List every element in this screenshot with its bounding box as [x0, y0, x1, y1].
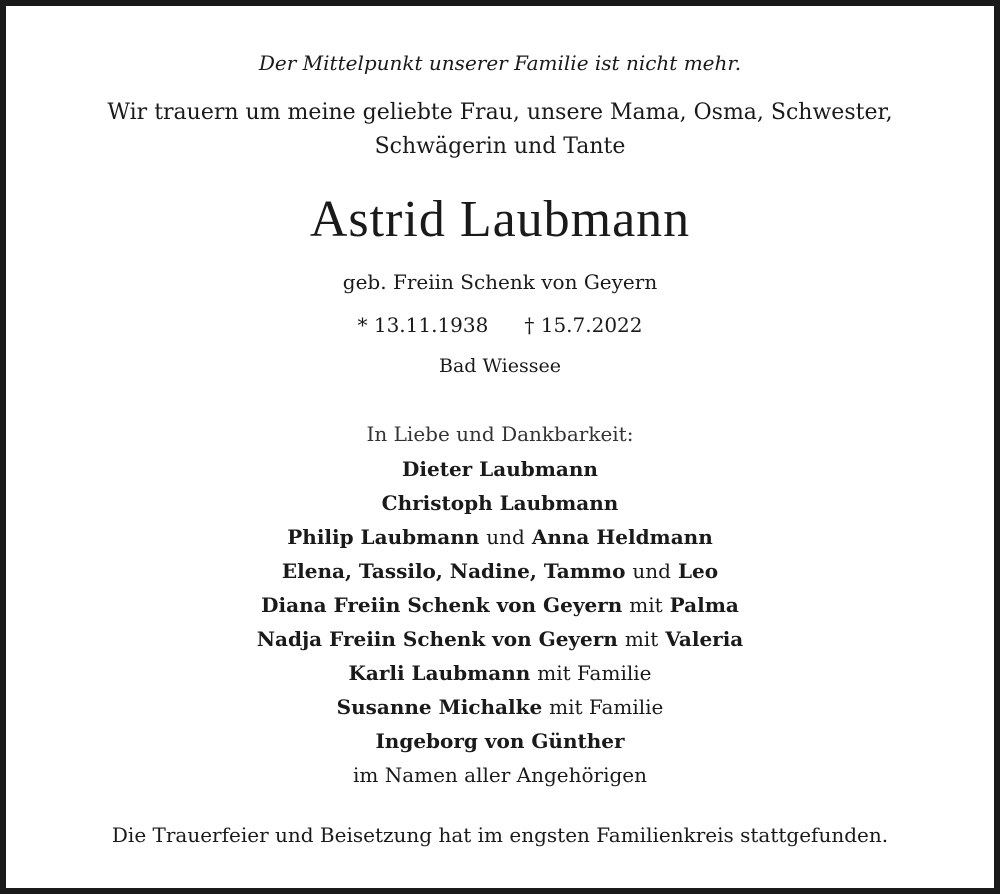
family-line: Susanne Michalke mit Familie — [0, 695, 1000, 719]
family-member: Diana Freiin Schenk von Geyern — [261, 593, 623, 617]
family-member: Elena, Tassilo, Nadine, Tammo — [281, 559, 626, 583]
deceased-name: Astrid Laubmann — [309, 191, 691, 248]
family-line: Ingeborg von Günther — [0, 729, 1000, 753]
thanks-line: In Liebe und Dankbarkeit: — [366, 422, 634, 446]
with-family: mit Familie — [549, 695, 664, 719]
family-member: Karli Laubmann — [348, 661, 531, 685]
family-member: Valeria — [665, 627, 744, 651]
family-member: Philip Laubmann — [287, 525, 480, 549]
death-date: † 15.7.2022 — [524, 313, 643, 337]
family-member: Nadja Freiin Schenk von Geyern — [256, 627, 618, 651]
conjunction: mit — [624, 627, 659, 651]
mourning-line-2: Schwägerin und Tante — [374, 134, 626, 159]
birth-name: geb. Freiin Schenk von Geyern — [342, 270, 658, 294]
place: Bad Wiessee — [439, 355, 561, 377]
with-family: mit Familie — [537, 661, 652, 685]
family-member: Anna Heldmann — [531, 525, 713, 549]
family-member: Dieter Laubmann — [402, 457, 598, 481]
closing-line: Die Trauerfeier und Beisetzung hat im en… — [111, 823, 889, 847]
conjunction: und — [632, 559, 671, 583]
family-line: Elena, Tassilo, Nadine, Tammo und Leo — [0, 559, 1000, 583]
family-line: Diana Freiin Schenk von Geyern mit Palma — [0, 593, 1000, 617]
family-member: Palma — [669, 593, 739, 617]
family-line: Christoph Laubmann — [0, 491, 1000, 515]
life-dates: * 13.11.1938 † 15.7.2022 — [0, 313, 1000, 337]
intro-line: Der Mittelpunkt unserer Familie ist nich… — [258, 51, 742, 75]
family-member: Susanne Michalke — [336, 695, 543, 719]
family-line: Nadja Freiin Schenk von Geyern mit Valer… — [0, 627, 1000, 651]
family-member: Leo — [677, 559, 719, 583]
conjunction: mit — [629, 593, 663, 617]
conjunction: und — [486, 525, 525, 549]
family-line: Philip Laubmann und Anna Heldmann — [0, 525, 1000, 549]
on-behalf-line: im Namen aller Angehörigen — [352, 763, 647, 787]
family-line: Dieter Laubmann — [0, 457, 1000, 481]
family-member: Ingeborg von Günther — [375, 729, 625, 753]
mourning-line-1: Wir trauern um meine geliebte Frau, unse… — [107, 100, 893, 125]
birth-date: * 13.11.1938 — [357, 313, 489, 337]
family-member: Christoph Laubmann — [381, 491, 619, 515]
family-line: Karli Laubmann mit Familie — [0, 661, 1000, 685]
